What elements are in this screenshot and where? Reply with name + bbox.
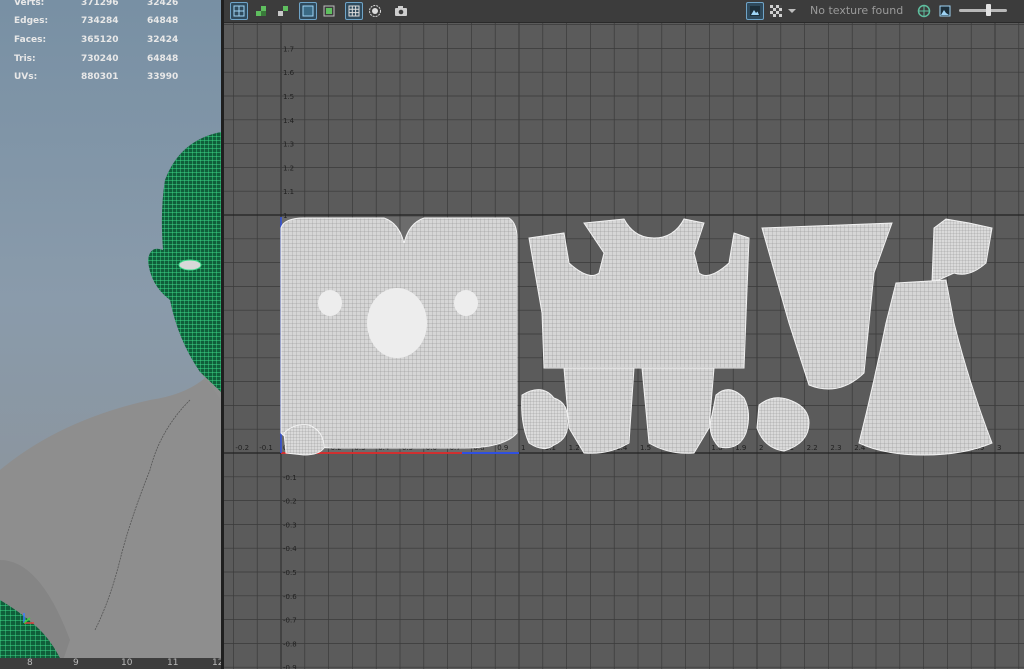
exposure-slider[interactable]	[959, 4, 1007, 16]
texture-status-label: No texture found	[810, 4, 904, 17]
uv-shell-hand-right	[709, 389, 750, 449]
checker-tiles-icon[interactable]	[767, 2, 785, 20]
display-image-toggle-icon[interactable]	[746, 2, 764, 20]
uv-shell-hand-left	[521, 389, 568, 449]
uv-shell-foot	[756, 397, 810, 452]
uv-editor-panel: No texture found -0.2 -0.1 0.8 0.9 1 1.1…	[224, 0, 1024, 669]
stat-total: 880301	[81, 72, 119, 82]
u-axis-label: -0.1	[259, 444, 273, 452]
stat-selected: 64848	[147, 54, 179, 64]
v-axis-label: 1	[283, 212, 287, 220]
u-axis-label: 1	[521, 444, 525, 452]
u-axis-label: 3	[997, 444, 1001, 452]
uv-shaded-icon[interactable]	[366, 2, 384, 20]
v-axis-label: -0.9	[283, 664, 297, 669]
stat-selected: 64848	[147, 16, 179, 26]
uv-snapshot-icon[interactable]	[392, 2, 410, 20]
v-axis-label: -0.2	[283, 498, 297, 506]
uv-shell-torso	[528, 218, 750, 369]
ruler-tick: 11	[167, 658, 179, 668]
u-axis-label: 0.9	[497, 444, 508, 452]
stat-total: 371296	[81, 0, 119, 8]
u-axis-label: 2.3	[830, 444, 841, 452]
uv-shell-border-icon[interactable]	[230, 2, 248, 20]
uv-canvas[interactable]: -0.2-0.100.10.20.30.40.50.60.70.80.911.1…	[224, 23, 1024, 669]
uv-shell-head-hotspot-2	[367, 288, 427, 358]
3d-viewport[interactable]: Verts: 371296 32426 Edges: 734284 64848 …	[0, 0, 221, 669]
uv-shells[interactable]	[280, 217, 993, 456]
v-axis-label: 1.1	[283, 188, 294, 196]
uv-editor-toolbar: No texture found	[224, 0, 1024, 23]
u-axis-label: -0.2	[235, 444, 249, 452]
stat-label: Tris:	[14, 54, 36, 64]
stat-selected: 32424	[147, 35, 179, 45]
v-axis-label: -0.4	[283, 545, 297, 553]
v-axis-label: -0.5	[283, 569, 297, 577]
eye-socket	[178, 259, 202, 271]
stats-row-uvs: UVs: 880301 33990	[0, 72, 221, 86]
color-management-icon[interactable]	[915, 2, 933, 20]
stats-row-edges: Edges: 734284 64848	[0, 16, 221, 30]
uv-display-image-icon[interactable]	[299, 2, 317, 20]
stats-row-verts: Verts: 371296 32426	[0, 0, 221, 12]
u-axis-label: 2.2	[807, 444, 818, 452]
v-axis-label: 1.5	[283, 93, 294, 101]
uv-shell-leg-left	[563, 367, 635, 454]
v-axis-label: 1.7	[283, 45, 294, 53]
viewport-ruler: 8 9 10 11 12	[0, 658, 221, 669]
uv-shell-head-hotspot-3	[454, 290, 478, 316]
v-axis-label: 1.2	[283, 164, 294, 172]
uv-shell-collar	[931, 218, 993, 284]
stat-total: 734284	[81, 16, 119, 26]
exposure-slider-handle[interactable]	[985, 4, 991, 16]
stats-row-tris: Tris: 730240 64848	[0, 54, 221, 68]
uv-shell-leg-right	[641, 367, 715, 454]
uv-shell-head-hotspot-1	[318, 290, 342, 316]
viewport-scene[interactable]	[0, 0, 221, 669]
uv-dim-image-icon[interactable]	[320, 2, 338, 20]
stat-total: 730240	[81, 54, 119, 64]
checker-options-chevron-icon[interactable]	[787, 2, 797, 20]
uv-grid-icon[interactable]	[345, 2, 363, 20]
v-axis-label: -0.6	[283, 593, 297, 601]
stat-total: 365120	[81, 35, 119, 45]
u-axis-label: 1.5	[640, 444, 651, 452]
uv-shell-skirt	[858, 279, 993, 456]
v-axis-label: -0.3	[283, 521, 297, 529]
image-channels-icon[interactable]	[936, 2, 954, 20]
stats-row-faces: Faces: 365120 32424	[0, 35, 221, 49]
v-axis-label: -0.7	[283, 617, 297, 625]
v-axis-label: -0.1	[283, 474, 297, 482]
v-axis-label: -0.8	[283, 640, 297, 648]
ruler-tick: 10	[121, 658, 133, 668]
stat-label: Edges:	[14, 16, 49, 26]
u-axis-label: 2	[759, 444, 763, 452]
ruler-tick: 8	[27, 658, 33, 668]
ruler-tick: 12	[212, 658, 221, 668]
uv-shell-sleeve	[761, 222, 893, 390]
uv-distortion-icon[interactable]	[252, 2, 270, 20]
ruler-tick: 9	[73, 658, 79, 668]
v-axis-label: 1.4	[283, 117, 295, 125]
v-axis-label: 1.3	[283, 141, 294, 149]
stat-selected: 33990	[147, 72, 179, 82]
stat-label: Faces:	[14, 35, 47, 45]
uv-texture-borders-icon[interactable]	[274, 2, 292, 20]
stat-selected: 32426	[147, 0, 179, 8]
stat-label: Verts:	[14, 0, 45, 8]
u-axis-label: 1.2	[569, 444, 580, 452]
v-axis-label: 1.6	[283, 69, 295, 77]
stat-label: UVs:	[14, 72, 38, 82]
